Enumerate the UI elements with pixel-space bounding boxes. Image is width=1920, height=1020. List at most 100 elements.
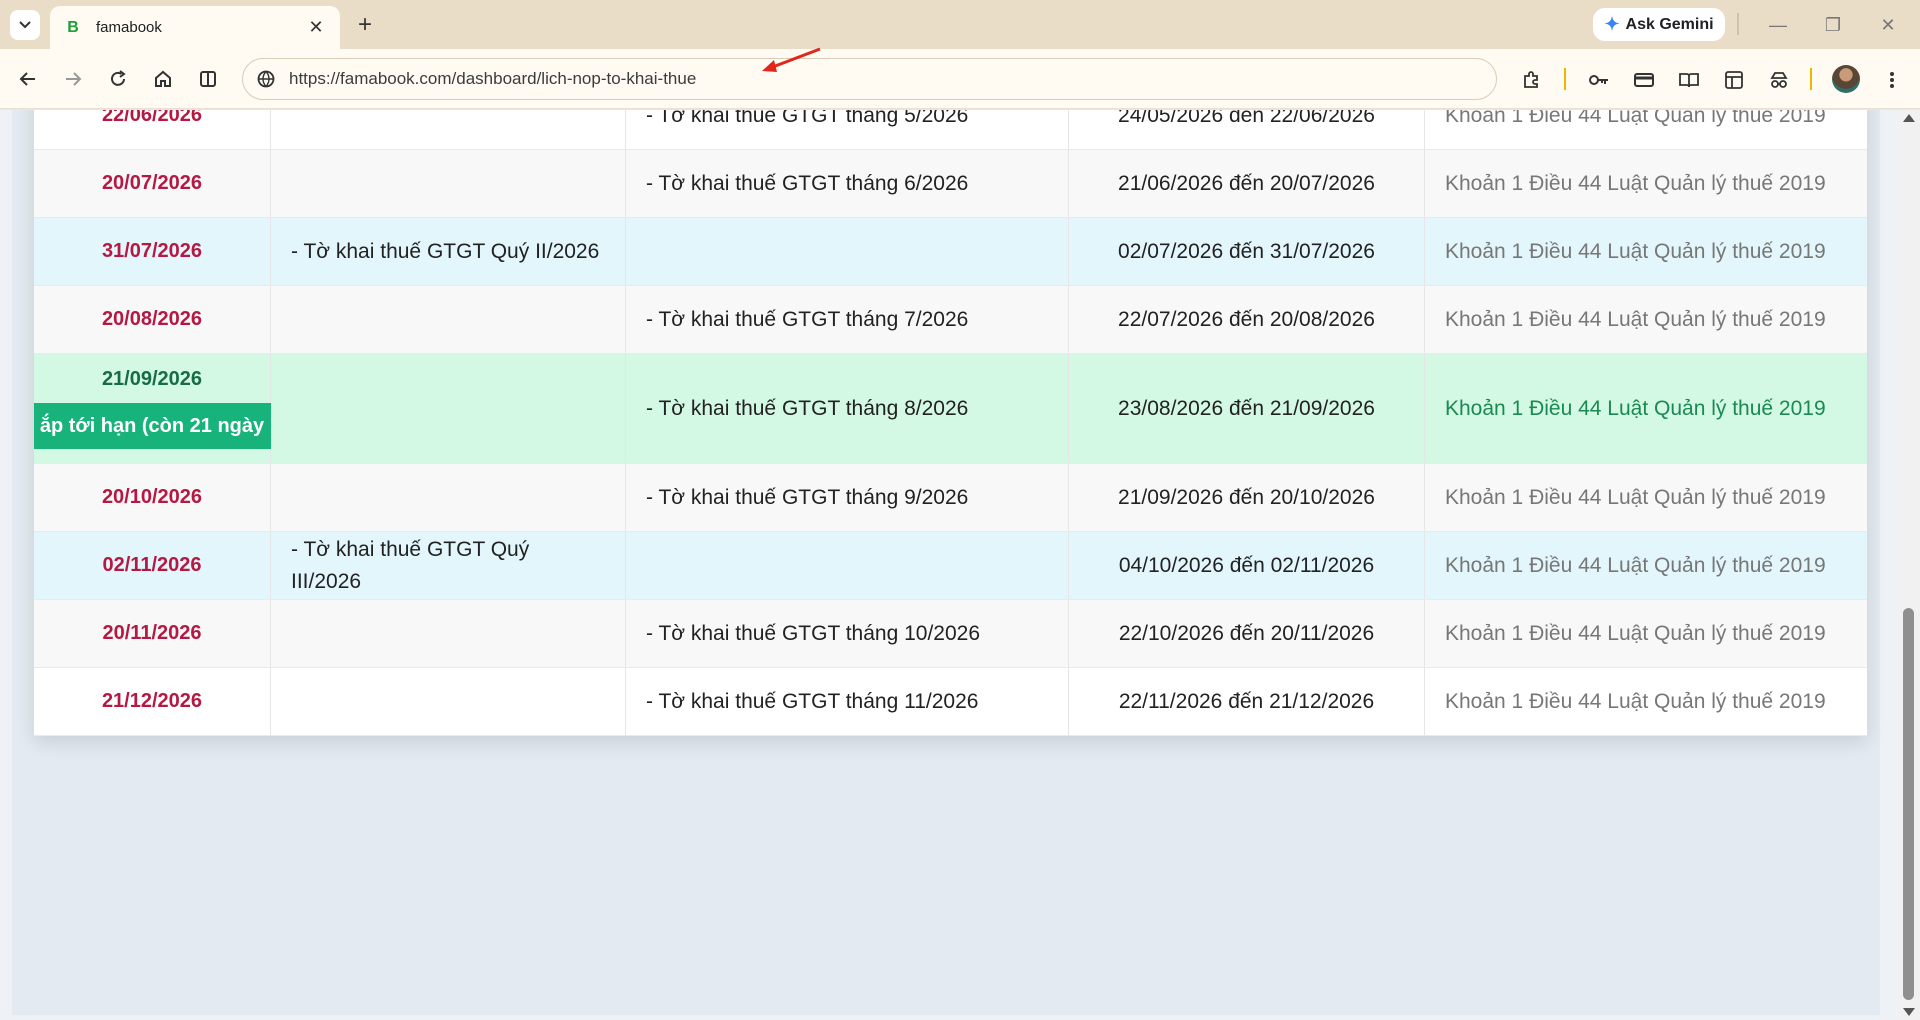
toolbar-divider — [1564, 68, 1566, 90]
submission-period-cell: 22/10/2026 đến 20/11/2026 — [1069, 600, 1425, 667]
monthly-declaration-cell: - Tờ khai thuế GTGT tháng 7/2026 — [626, 286, 1069, 353]
tab-title: famabook — [96, 19, 162, 36]
quarterly-declaration-cell — [271, 110, 626, 149]
deadline-date: 20/07/2026 — [101, 172, 203, 194]
submission-period-cell: 02/07/2026 đến 31/07/2026 — [1069, 218, 1425, 285]
vertical-scrollbar[interactable] — [1898, 110, 1920, 1020]
separator — [1737, 13, 1739, 35]
deadline-cell: 22/06/2026 — [34, 110, 271, 149]
table-row: 21/09/2026 ắp tới hạn (còn 21 ngày - Tờ kh… — [33, 354, 1867, 464]
table-row: 02/11/2026 - Tờ khai thuế GTGT Quý III/20… — [34, 532, 1867, 600]
favicon-icon: B — [67, 18, 79, 36]
table-row: 20/10/2026 - Tờ khai thuế GTGT tháng 9/20… — [34, 464, 1867, 532]
browser-toolbar: https://famabook.com/dashboard/lich-nop-… — [0, 49, 1920, 109]
deadline-date: 20/11/2026 — [102, 622, 202, 644]
deadline-date: 31/07/2026 — [101, 240, 203, 262]
monthly-declaration-cell: - Tờ khai thuế GTGT tháng 6/2026 — [626, 150, 1069, 217]
scrollbar-thumb[interactable] — [1903, 608, 1914, 1000]
submission-period-cell: 23/08/2026 đến 21/09/2026 — [1069, 354, 1425, 463]
kebab-menu-icon[interactable] — [1877, 65, 1907, 95]
legal-basis-cell: Khoản 1 Điều 44 Luật Quản lý thuế 2019 — [1445, 110, 1826, 127]
deadline-date: 02/11/2026 — [102, 554, 202, 576]
deadline-cell: 21/09/2026 ắp tới hạn (còn 21 ngày — [33, 354, 271, 463]
split-view-icon[interactable] — [192, 63, 224, 95]
table-row: 22/06/2026 - Tờ khai thuế GTGT tháng 5/20… — [34, 110, 1867, 150]
incognito-spy-icon[interactable] — [1764, 65, 1794, 95]
address-bar[interactable]: https://famabook.com/dashboard/lich-nop-… — [242, 58, 1497, 100]
table-row: 20/08/2026 - Tờ khai thuế GTGT tháng 7/20… — [34, 286, 1867, 354]
back-arrow-icon[interactable] — [12, 63, 44, 95]
site-info-icon[interactable] — [255, 68, 277, 90]
legal-basis-cell: Khoản 1 Điều 44 Luật Quản lý thuế 2019 — [1445, 485, 1826, 509]
submission-period-cell: 24/05/2026 đến 22/06/2026 — [1069, 110, 1425, 149]
monthly-declaration-cell: - Tờ khai thuế GTGT tháng 9/2026 — [626, 464, 1069, 531]
submission-period-cell: 22/07/2026 đến 20/08/2026 — [1069, 286, 1425, 353]
table-row: 20/07/2026 - Tờ khai thuế GTGT tháng 6/20… — [34, 150, 1867, 218]
payment-card-icon[interactable] — [1629, 65, 1659, 95]
new-tab-button[interactable]: + — [352, 11, 378, 38]
deadline-date: 21/12/2026 — [101, 690, 203, 712]
submission-period-cell: 21/09/2026 đến 20/10/2026 — [1069, 464, 1425, 531]
legal-basis-cell: Khoản 1 Điều 44 Luật Quản lý thuế 2019 — [1445, 171, 1826, 195]
due-soon-badge-text: ắp tới hạn (còn 21 ngày — [39, 414, 265, 437]
active-tab[interactable]: B famabook ✕ — [50, 6, 340, 49]
quarterly-declaration-cell — [271, 668, 626, 735]
quarterly-declaration-cell — [271, 150, 626, 217]
url-text: https://famabook.com/dashboard/lich-nop-… — [289, 69, 697, 88]
minimize-icon[interactable]: — — [1758, 10, 1798, 40]
deadline-cell: 02/11/2026 — [34, 532, 271, 599]
extensions-icon[interactable] — [1516, 65, 1546, 95]
home-icon[interactable] — [147, 63, 179, 95]
deadline-cell: 20/10/2026 — [34, 464, 271, 531]
monthly-declaration-cell: - Tờ khai thuế GTGT tháng 10/2026 — [626, 600, 1069, 667]
submission-period-cell: 04/10/2026 đến 02/11/2026 — [1069, 532, 1425, 599]
table-view-icon[interactable] — [1719, 65, 1749, 95]
chevron-down-icon — [19, 21, 31, 29]
deadline-cell: 20/08/2026 — [34, 286, 271, 353]
ask-gemini-button[interactable]: ✦ Ask Gemini — [1593, 8, 1725, 41]
deadline-cell: 20/11/2026 — [34, 600, 271, 667]
deadline-date: 20/08/2026 — [101, 308, 203, 330]
quarterly-declaration-cell: - Tờ khai thuế GTGT Quý II/2026 — [271, 218, 626, 285]
table-row: 21/12/2026 - Tờ khai thuế GTGT tháng 11/2… — [34, 668, 1867, 736]
ask-gemini-label: Ask Gemini — [1625, 15, 1714, 33]
deadline-date: 20/10/2026 — [101, 486, 203, 508]
quarterly-declaration-cell — [271, 286, 626, 353]
forward-arrow-icon[interactable] — [57, 63, 89, 95]
gemini-sparkle-icon: ✦ — [1604, 14, 1620, 34]
submission-period-cell: 22/11/2026 đến 21/12/2026 — [1069, 668, 1425, 735]
submission-period-cell: 21/06/2026 đến 20/07/2026 — [1069, 150, 1425, 217]
quarterly-declaration-cell — [271, 464, 626, 531]
table-row: 31/07/2026 - Tờ khai thuế GTGT Quý II/202… — [34, 218, 1867, 286]
tab-search-button[interactable] — [10, 10, 40, 40]
deadline-date: 21/09/2026 — [101, 368, 203, 390]
profile-avatar[interactable] — [1832, 65, 1860, 93]
legal-basis-cell: Khoản 1 Điều 44 Luật Quản lý thuế 2019 — [1445, 689, 1826, 713]
legal-basis-cell: Khoản 1 Điều 44 Luật Quản lý thuế 2019 — [1445, 239, 1826, 263]
reading-mode-icon[interactable] — [1674, 65, 1704, 95]
scroll-down-icon[interactable] — [1903, 1008, 1915, 1016]
legal-basis-cell: Khoản 1 Điều 44 Luật Quản lý thuế 2019 — [1445, 396, 1826, 420]
password-key-icon[interactable] — [1584, 65, 1614, 95]
tax-calendar-table: g22/06/2026- Tờ khai thuế GTGT tháng 5/2… — [33, 110, 1867, 736]
tab-strip: B famabook ✕ + ✦ Ask Gemini — ❐ ✕ — [0, 0, 1920, 49]
monthly-declaration-cell: - Tờ khai thuế GTGT tháng 11/2026 — [626, 668, 1069, 735]
quarterly-declaration-cell — [271, 354, 626, 463]
reload-icon[interactable] — [102, 63, 134, 95]
deadline-cell: 20/07/2026 — [34, 150, 271, 217]
deadline-cell: 21/12/2026 — [34, 668, 271, 735]
table-row: 20/11/2026 - Tờ khai thuế GTGT tháng 10/2… — [34, 600, 1867, 668]
scroll-up-icon[interactable] — [1903, 114, 1915, 122]
close-tab-icon[interactable]: ✕ — [306, 17, 326, 38]
close-window-icon[interactable]: ✕ — [1868, 10, 1908, 40]
page-viewport: g22/06/2026- Tờ khai thuế GTGT tháng 5/2… — [0, 110, 1920, 1020]
deadline-date: 22/06/2026 — [101, 110, 203, 126]
quarterly-declaration-cell: - Tờ khai thuế GTGT Quý III/2026 — [271, 532, 626, 599]
restore-icon[interactable]: ❐ — [1813, 10, 1853, 40]
monthly-declaration-cell: - Tờ khai thuế GTGT tháng 8/2026 — [626, 354, 1069, 463]
quarterly-declaration-cell — [271, 600, 626, 667]
monthly-declaration-cell: - Tờ khai thuế GTGT tháng 5/2026 — [626, 110, 1069, 149]
legal-basis-cell: Khoản 1 Điều 44 Luật Quản lý thuế 2019 — [1445, 553, 1826, 577]
deadline-cell: 31/07/2026 — [34, 218, 271, 285]
toolbar-divider — [1810, 68, 1812, 90]
